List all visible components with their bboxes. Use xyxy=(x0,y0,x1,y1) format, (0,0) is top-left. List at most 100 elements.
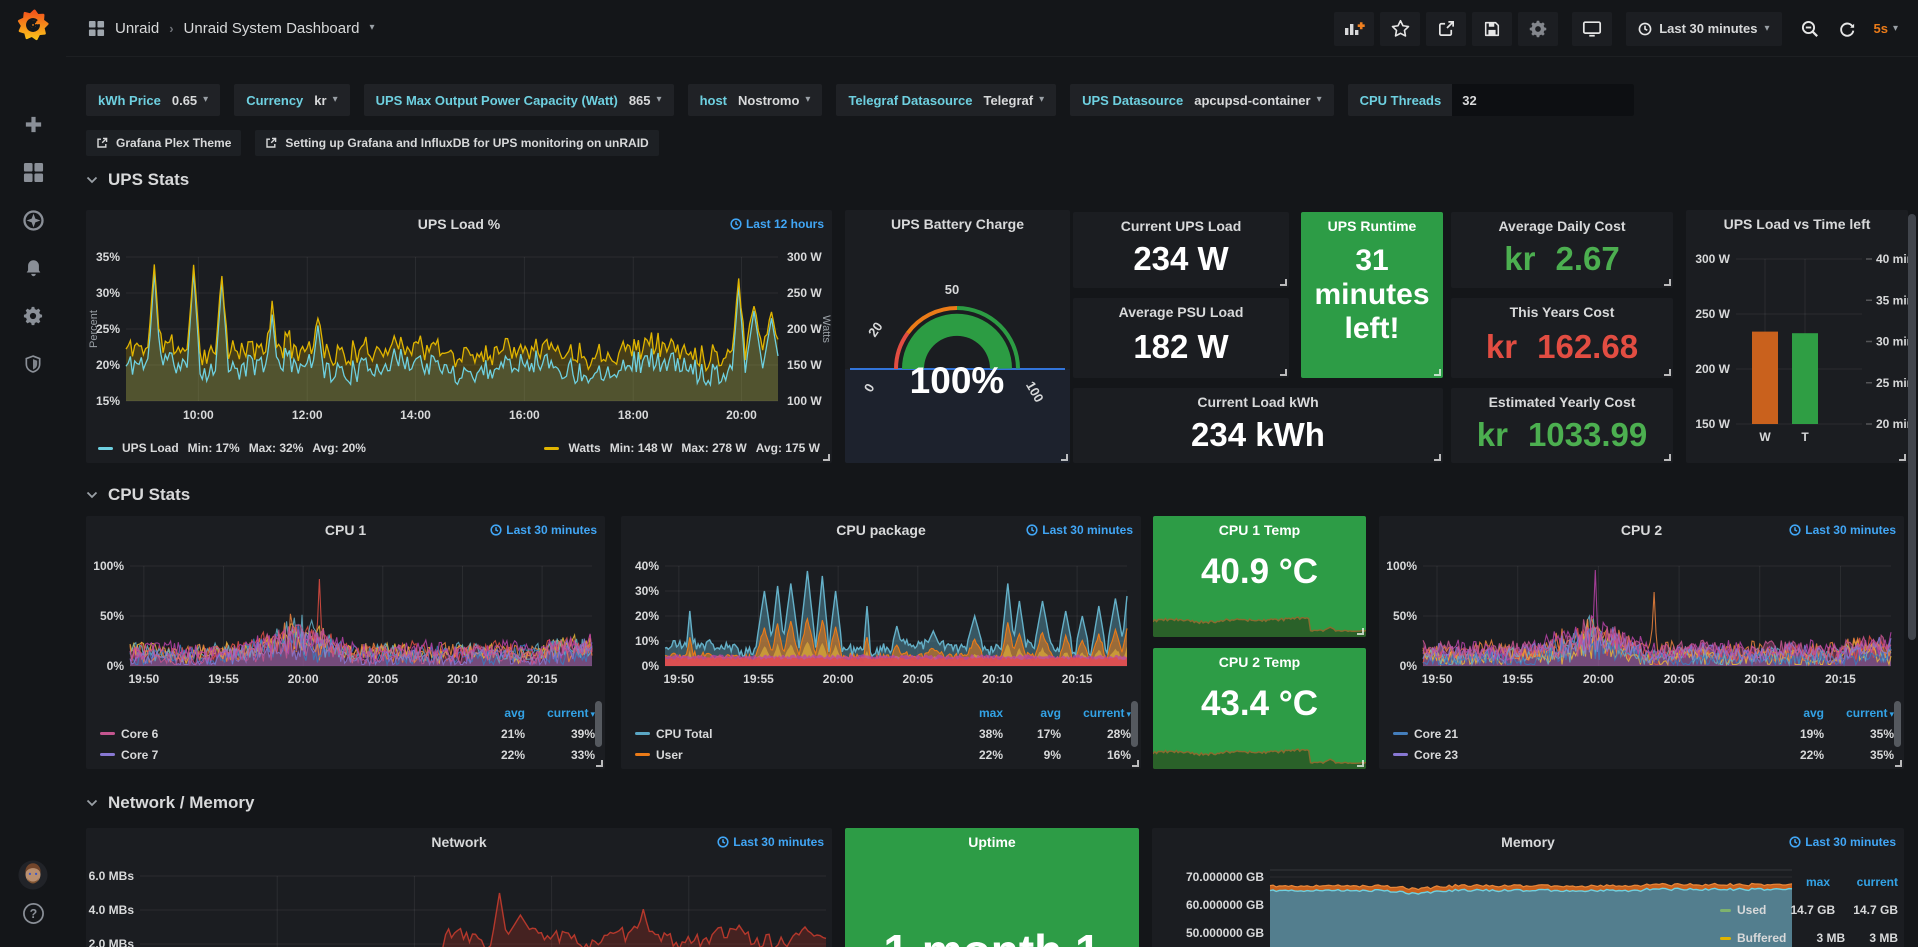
legend-col-avg[interactable]: avg xyxy=(1766,706,1824,720)
user-avatar[interactable] xyxy=(0,863,66,887)
share-dashboard-button[interactable] xyxy=(1426,12,1466,46)
panel-time-override[interactable]: Last 30 minutes xyxy=(1026,523,1133,537)
panel-title[interactable]: Current UPS Load xyxy=(1073,212,1289,240)
panel-title[interactable]: Current Load kWh xyxy=(1073,388,1443,416)
resize-handle[interactable] xyxy=(1664,279,1671,286)
cycle-view-mode-button[interactable] xyxy=(1572,12,1612,46)
panel-time-override[interactable]: Last 30 minutes xyxy=(490,523,597,537)
cpu-threads-input[interactable] xyxy=(1452,84,1634,116)
legend-series[interactable]: Core 7 xyxy=(121,748,158,762)
legend-col-avg[interactable]: avg xyxy=(1009,706,1061,720)
refresh-button[interactable] xyxy=(1832,12,1862,46)
panel-cpu2: CPU 2 Last 30 minutes 0%50%100%19:5019:5… xyxy=(1379,516,1904,769)
panel-title[interactable]: UPS Runtime xyxy=(1301,212,1443,240)
panel-title[interactable]: UPS Load % xyxy=(86,210,832,238)
dashboard-settings-button[interactable] xyxy=(1518,12,1558,46)
panel-title[interactable]: CPU 1 Temp xyxy=(1153,516,1366,544)
resize-handle[interactable] xyxy=(1664,369,1671,376)
resize-handle[interactable] xyxy=(1434,369,1441,376)
section-ups-stats[interactable]: UPS Stats xyxy=(86,170,189,190)
panel-title[interactable]: Average Daily Cost xyxy=(1451,212,1673,240)
resize-handle[interactable] xyxy=(1280,279,1287,286)
link-ups-monitoring-guide[interactable]: Setting up Grafana and InfluxDB for UPS … xyxy=(255,130,658,156)
svg-text:35 min: 35 min xyxy=(1876,293,1908,307)
sidebar-item-explore[interactable] xyxy=(0,208,66,232)
resize-handle[interactable] xyxy=(1434,454,1441,461)
resize-handle[interactable] xyxy=(1357,628,1364,635)
variable-host[interactable]: host Nostromo▾ xyxy=(688,84,823,116)
panel-title[interactable]: Estimated Yearly Cost xyxy=(1451,388,1673,416)
legend-scrollbar[interactable] xyxy=(1131,701,1138,747)
variable-kwh-price[interactable]: kWh Price 0.65▾ xyxy=(86,84,220,116)
grafana-logo-icon[interactable] xyxy=(16,8,50,47)
resize-handle[interactable] xyxy=(1061,454,1068,461)
resize-handle[interactable] xyxy=(1664,454,1671,461)
variable-ups-max-output[interactable]: UPS Max Output Power Capacity (Watt) 865… xyxy=(364,84,674,116)
ups-load-chart[interactable]: 15%100 W20%150 W25%200 W30%250 W35%300 W… xyxy=(86,238,832,463)
legend-col-max[interactable]: max xyxy=(947,706,1003,720)
chevron-down-icon[interactable]: ▾ xyxy=(369,23,374,33)
resize-handle[interactable] xyxy=(823,454,830,461)
legend-series[interactable]: Used xyxy=(1737,903,1766,917)
refresh-interval-picker[interactable]: 5s ▾ xyxy=(1868,12,1905,46)
legend-series[interactable]: Core 6 xyxy=(121,727,158,741)
legend-swatch xyxy=(98,447,113,450)
breadcrumb-folder[interactable]: Unraid xyxy=(115,20,159,37)
star-dashboard-button[interactable] xyxy=(1380,12,1420,46)
resize-handle[interactable] xyxy=(1132,760,1139,767)
panel-time-override[interactable]: Last 30 minutes xyxy=(717,835,824,849)
variable-currency[interactable]: Currency kr▾ xyxy=(234,84,349,116)
panel-time-override[interactable]: Last 30 minutes xyxy=(1789,523,1896,537)
sidebar-item-dashboards[interactable] xyxy=(0,160,66,184)
zoom-out-button[interactable] xyxy=(1794,12,1826,46)
panel-title[interactable]: Uptime xyxy=(845,828,1139,856)
legend-col-max[interactable]: max xyxy=(1768,875,1830,889)
save-dashboard-button[interactable] xyxy=(1472,12,1512,46)
section-cpu-stats[interactable]: CPU Stats xyxy=(86,485,190,505)
legend-col-avg[interactable]: avg xyxy=(467,706,525,720)
legend-series[interactable]: Buffered xyxy=(1737,931,1786,945)
breadcrumb-dashboard-title[interactable]: Unraid System Dashboard xyxy=(184,20,360,37)
resize-handle[interactable] xyxy=(596,760,603,767)
resize-handle[interactable] xyxy=(1895,760,1902,767)
panel-title[interactable]: UPS Load vs Time left xyxy=(1686,210,1908,238)
battery-gauge[interactable]: 50200100100% xyxy=(845,238,1070,463)
link-grafana-plex-theme[interactable]: Grafana Plex Theme xyxy=(86,130,241,156)
legend-col-current[interactable]: current xyxy=(1836,875,1898,889)
svg-text:20:00: 20:00 xyxy=(823,672,854,686)
variable-ups-datasource[interactable]: UPS Datasource apcupsd-container▾ xyxy=(1070,84,1333,116)
resize-handle[interactable] xyxy=(1899,454,1906,461)
legend-series[interactable]: UPS Load xyxy=(122,441,179,455)
ups-bar-chart[interactable]: 300 W250 W200 W150 W40 min35 min30 min25… xyxy=(1686,238,1908,463)
sidebar-item-configuration[interactable] xyxy=(0,304,66,328)
add-panel-button[interactable] xyxy=(1334,12,1374,46)
legend-scrollbar[interactable] xyxy=(1894,701,1901,747)
panel-time-override[interactable]: Last 12 hours xyxy=(730,217,824,231)
legend-col-current[interactable]: current▾ xyxy=(1067,706,1131,720)
panel-title[interactable]: CPU 2 Temp xyxy=(1153,648,1366,676)
panel-title[interactable]: Average PSU Load xyxy=(1073,298,1289,326)
network-chart[interactable]: 6.0 MBs4.0 MBs2.0 MBs xyxy=(86,856,832,947)
legend-col-current[interactable]: current▾ xyxy=(1830,706,1894,720)
variable-telegraf-datasource[interactable]: Telegraf Datasource Telegraf▾ xyxy=(836,84,1056,116)
sidebar-item-alerting[interactable] xyxy=(0,256,66,280)
panel-time-override[interactable]: Last 30 minutes xyxy=(1789,835,1896,849)
legend-series[interactable]: Core 23 xyxy=(1414,748,1458,762)
svg-text:W: W xyxy=(1759,430,1771,444)
resize-handle[interactable] xyxy=(1280,369,1287,376)
help-button[interactable]: ? xyxy=(0,901,66,925)
legend-series[interactable]: User xyxy=(656,748,683,762)
legend-series[interactable]: CPU Total xyxy=(656,727,712,741)
sidebar-item-server-admin[interactable] xyxy=(0,352,66,376)
section-network-memory[interactable]: Network / Memory xyxy=(86,793,254,813)
legend-scrollbar[interactable] xyxy=(595,701,602,747)
resize-handle[interactable] xyxy=(1357,760,1364,767)
legend-series[interactable]: Watts xyxy=(568,441,600,455)
time-range-picker[interactable]: Last 30 minutes ▾ xyxy=(1626,12,1781,46)
panel-title[interactable]: UPS Battery Charge xyxy=(845,210,1070,238)
page-scrollbar[interactable] xyxy=(1908,214,1916,640)
panel-title[interactable]: This Years Cost xyxy=(1451,298,1673,326)
legend-col-current[interactable]: current▾ xyxy=(531,706,595,720)
legend-series[interactable]: Core 21 xyxy=(1414,727,1458,741)
sidebar-item-create[interactable] xyxy=(0,112,66,136)
